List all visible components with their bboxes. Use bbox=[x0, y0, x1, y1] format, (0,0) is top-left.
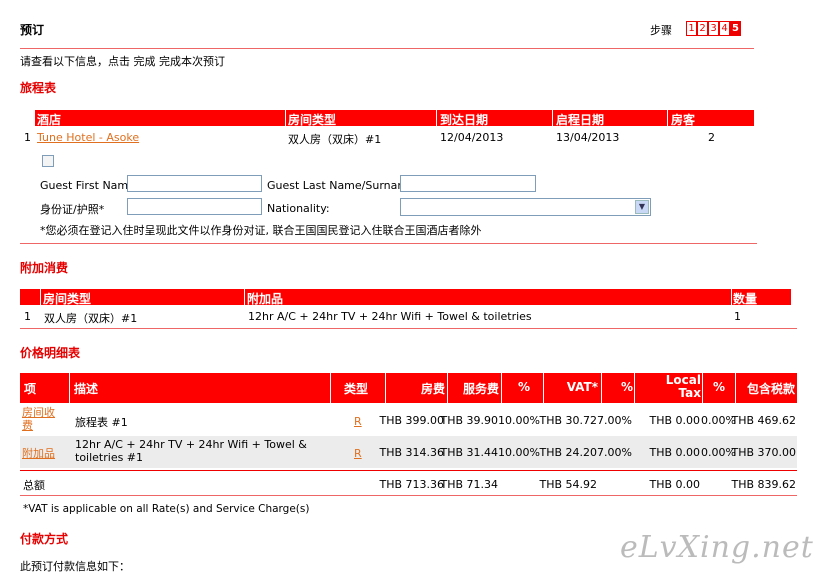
row1-total: THB 469.62 bbox=[731, 414, 796, 427]
itinerary-header: 酒店 房间类型 到达日期 启程日期 房客 bbox=[35, 110, 754, 127]
col-arrival: 到达日期 bbox=[440, 113, 489, 127]
col-desc: 描述 bbox=[74, 382, 99, 396]
row-room-charge-link[interactable]: 房间收费 bbox=[22, 406, 62, 432]
total-local-tax: THB 0.00 bbox=[649, 478, 700, 491]
vat-note: *VAT is applicable on all Rate(s) and Se… bbox=[23, 503, 310, 515]
row2-vat: THB 24.20 bbox=[539, 446, 597, 459]
row-index: 1 bbox=[24, 131, 31, 144]
total-vat: THB 54.92 bbox=[539, 478, 597, 491]
col-local-tax: Local Tax bbox=[665, 373, 701, 400]
row1-type-link[interactable]: R bbox=[354, 415, 362, 428]
col-item: 项 bbox=[24, 382, 37, 396]
step-2: 2 bbox=[697, 21, 708, 36]
chevron-down-icon[interactable]: ▼ bbox=[635, 200, 649, 214]
row1-room-fee: THB 399.00 bbox=[379, 414, 444, 427]
row1-service-fee: THB 39.90 bbox=[440, 414, 498, 427]
payment-intro: 此预订付款信息如下： bbox=[20, 560, 130, 573]
totals-label: 总额 bbox=[23, 479, 45, 492]
row2-room-fee: THB 314.36 bbox=[379, 446, 444, 459]
divider bbox=[20, 495, 797, 496]
divider bbox=[20, 470, 797, 471]
col-vat: VAT* bbox=[566, 380, 598, 394]
col-hotel: 酒店 bbox=[37, 113, 62, 127]
divider bbox=[20, 243, 757, 244]
row-addon-link[interactable]: 附加品 bbox=[22, 445, 55, 461]
col-pct-2: % bbox=[620, 380, 633, 394]
pricing-header: 项 描述 类型 房费 服务费 % VAT* % Local Tax % 包含税款 bbox=[20, 373, 797, 403]
col-addon-item: 附加品 bbox=[247, 292, 284, 306]
itinerary-title: 旅程表 bbox=[20, 81, 57, 95]
col-type: 类型 bbox=[344, 382, 369, 396]
grand-total: THB 839.62 bbox=[731, 478, 796, 491]
row1-pct1: 10.00% bbox=[498, 414, 540, 427]
row2-pct2: 7.00% bbox=[597, 446, 632, 459]
row1-pct2: 7.00% bbox=[597, 414, 632, 427]
row2-pct1: 10.00% bbox=[498, 446, 540, 459]
row2-type-link[interactable]: R bbox=[354, 447, 362, 460]
col-addon-qty: 数量 bbox=[733, 292, 758, 306]
step-4: 4 bbox=[719, 21, 730, 36]
step-indicator: 1 2 3 4 5 bbox=[686, 21, 741, 36]
col-departure: 启程日期 bbox=[556, 113, 605, 127]
step-1: 1 bbox=[686, 21, 697, 36]
guest-count: 2 bbox=[708, 131, 715, 144]
pricing-title: 价格明细表 bbox=[20, 346, 81, 360]
nationality-select[interactable]: ▼ bbox=[400, 198, 651, 216]
col-room-fee: 房费 bbox=[420, 382, 445, 396]
addon-item: 12hr A/C + 24hr TV + 24hr Wifi + Towel &… bbox=[248, 310, 532, 323]
hotel-link[interactable]: Tune Hotel - Asoke bbox=[37, 131, 139, 144]
id-passport-input[interactable] bbox=[127, 198, 262, 215]
divider bbox=[20, 48, 754, 49]
first-name-input[interactable] bbox=[127, 175, 262, 192]
col-pct-3: % bbox=[712, 380, 725, 394]
guest-checkbox[interactable] bbox=[42, 155, 54, 167]
row1-vat: THB 30.72 bbox=[539, 414, 597, 427]
col-room-type: 房间类型 bbox=[288, 113, 337, 127]
id-label: 身份证/护照* bbox=[40, 203, 105, 216]
col-service-fee: 服务费 bbox=[462, 382, 499, 396]
step-3: 3 bbox=[708, 21, 719, 36]
last-name-label: Guest Last Name/Surname bbox=[267, 179, 415, 192]
steps-label: 步骤 bbox=[650, 24, 672, 37]
col-pct-1: % bbox=[517, 380, 530, 394]
row2-desc: 12hr A/C + 24hr TV + 24hr Wifi + Towel &… bbox=[75, 438, 307, 464]
nationality-label: Nationality: bbox=[267, 202, 330, 215]
divider bbox=[20, 328, 797, 329]
total-room-fee: THB 713.36 bbox=[379, 478, 444, 491]
addon-row-index: 1 bbox=[24, 310, 31, 323]
departure-date: 13/04/2013 bbox=[556, 131, 620, 144]
id-note: *您必须在登记入住时呈现此文件以作身份对证, 联合王国国民登记入住联合王国酒店者… bbox=[40, 224, 482, 237]
page-title: 预订 bbox=[20, 23, 45, 37]
step-5-current: 5 bbox=[730, 21, 741, 36]
row1-desc: 旅程表 #1 bbox=[75, 416, 128, 429]
addon-qty: 1 bbox=[734, 310, 741, 323]
watermark: eLvXing.net bbox=[620, 530, 814, 565]
payment-title: 付款方式 bbox=[20, 532, 69, 546]
col-addon-room-type: 房间类型 bbox=[43, 292, 92, 306]
total-service-fee: THB 71.34 bbox=[440, 478, 498, 491]
addons-title: 附加消费 bbox=[20, 261, 69, 275]
row2-service-fee: THB 31.44 bbox=[440, 446, 498, 459]
arrival-date: 12/04/2013 bbox=[440, 131, 504, 144]
row2-local-tax: THB 0.00 bbox=[649, 446, 700, 459]
room-type: 双人房（双床）#1 bbox=[288, 133, 382, 146]
instruction-text: 请查看以下信息，点击 完成 完成本次预订 bbox=[20, 55, 225, 68]
row2-total: THB 370.00 bbox=[731, 446, 796, 459]
col-total-incl-tax: 包含税款 bbox=[746, 382, 795, 396]
row1-local-tax: THB 0.00 bbox=[649, 414, 700, 427]
addon-room-type: 双人房（双床）#1 bbox=[44, 312, 138, 325]
addons-header: 房间类型 附加品 数量 bbox=[20, 289, 791, 306]
last-name-input[interactable] bbox=[400, 175, 536, 192]
col-guests: 房客 bbox=[671, 113, 696, 127]
first-name-label: Guest First Name bbox=[40, 179, 135, 192]
